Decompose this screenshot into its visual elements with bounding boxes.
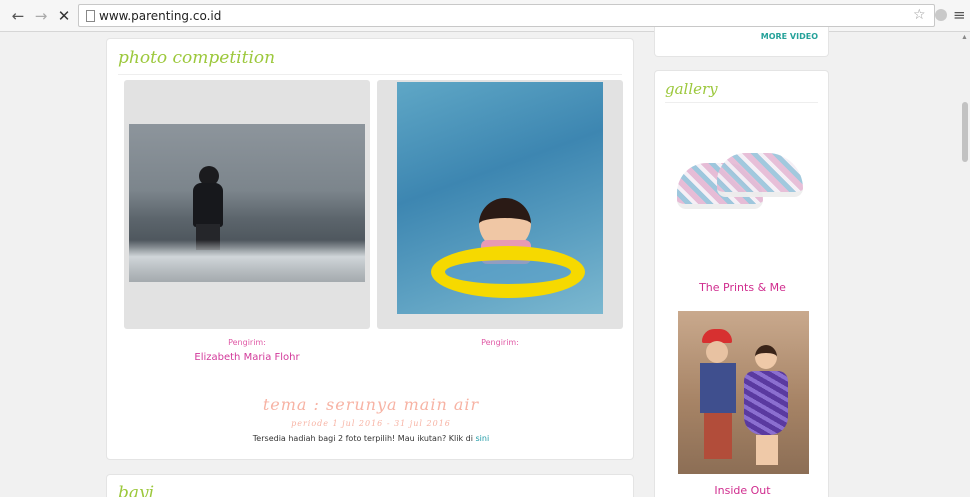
competition-photo-pool[interactable] — [397, 82, 603, 314]
competition-theme: tema : serunya main air — [262, 395, 480, 414]
extension-icon[interactable] — [935, 9, 947, 21]
prize-link[interactable]: sini — [476, 434, 490, 443]
forward-arrow-icon[interactable]: → — [33, 7, 49, 25]
gallery-item-label[interactable]: Inside Out — [655, 484, 830, 497]
section-title: photo competition — [118, 48, 276, 68]
gallery-card: gallery The Prints & Me Inside Out — [654, 70, 829, 497]
back-arrow-icon[interactable]: ← — [10, 7, 26, 25]
sender-name[interactable]: Elizabeth Maria Flohr — [124, 352, 370, 363]
gallery-image-kids[interactable] — [678, 311, 809, 474]
video-card: MORE VIDEO — [654, 27, 829, 57]
gallery-item-label[interactable]: The Prints & Me — [655, 281, 830, 294]
scroll-up-arrow-icon[interactable]: ▲ — [961, 34, 968, 41]
competition-photo-frame[interactable] — [377, 80, 623, 329]
title-divider — [665, 102, 818, 103]
photo-competition-card: photo competition Pengirim: Elizabeth Ma… — [106, 38, 634, 460]
prize-text: Tersedia hadiah bagi 2 foto terpilih! Ma… — [252, 434, 476, 443]
bayi-card: bayi — [106, 474, 634, 497]
stop-icon[interactable]: ✕ — [56, 7, 72, 25]
title-divider — [118, 74, 622, 75]
more-video-link[interactable]: MORE VIDEO — [761, 32, 818, 41]
waves — [129, 240, 365, 282]
sender-label: Pengirim: — [228, 338, 266, 347]
gallery-title: gallery — [665, 80, 718, 98]
menu-icon[interactable]: ≡ — [953, 6, 966, 24]
scrollbar[interactable]: ▲ — [960, 32, 970, 497]
kid-figure — [700, 329, 736, 469]
page-icon — [86, 10, 95, 22]
address-bar[interactable]: www.parenting.co.id — [78, 4, 935, 27]
section-title: bayi — [118, 483, 155, 497]
child-figure — [191, 166, 225, 250]
prize-info: Tersedia hadiah bagi 2 foto terpilih! Ma… — [107, 434, 635, 443]
swim-ring — [431, 246, 585, 298]
url-text[interactable]: www.parenting.co.id — [99, 9, 221, 23]
bookmark-star-icon[interactable]: ☆ — [913, 6, 926, 24]
competition-photo-frame[interactable] — [124, 80, 370, 329]
sender-label: Pengirim: — [481, 338, 519, 347]
gallery-image-shoes[interactable] — [677, 143, 807, 223]
kid-figure — [744, 345, 788, 471]
scroll-thumb[interactable] — [962, 102, 968, 162]
competition-period: periode 1 jul 2016 - 31 jul 2016 — [291, 419, 451, 428]
competition-photo-beach[interactable] — [129, 124, 365, 282]
